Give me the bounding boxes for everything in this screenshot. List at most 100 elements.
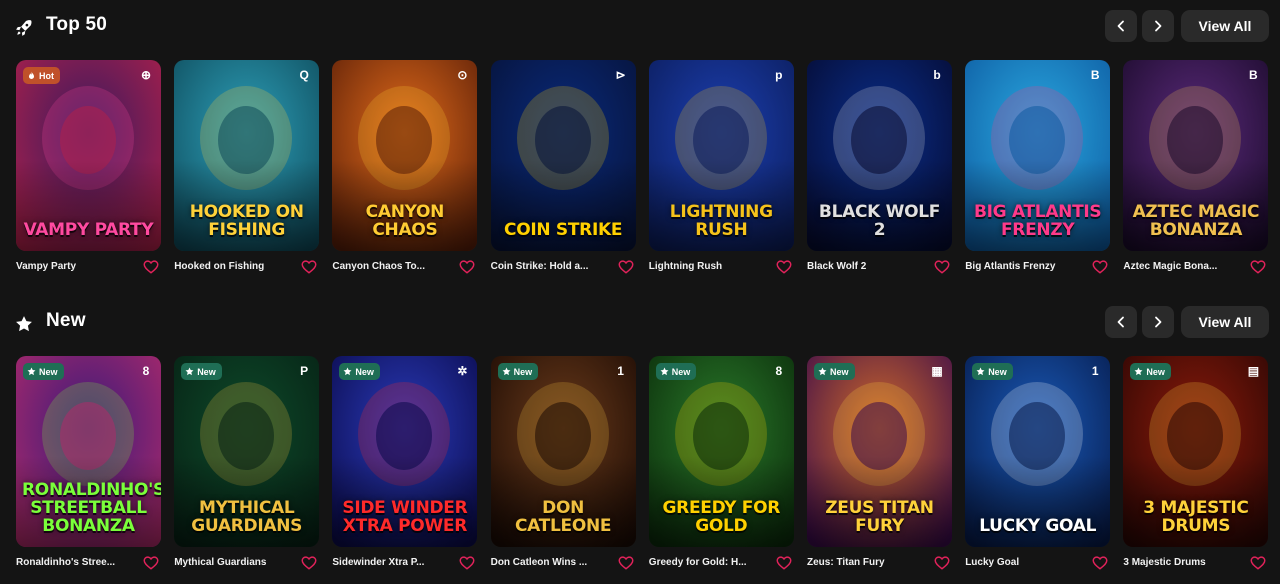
game-thumbnail[interactable]: Ronaldinho's Streetball Bonanza New 8 — [16, 356, 161, 547]
view-all-button[interactable]: View All — [1181, 10, 1269, 42]
game-thumbnail[interactable]: Vampy Party Hot ⊕ — [16, 60, 161, 251]
badge-label: Hot — [39, 70, 54, 81]
heart-icon[interactable] — [776, 260, 792, 274]
provider-logo: b — [933, 68, 941, 82]
game-card[interactable]: Lightning Rush p Lightning Rush — [648, 60, 794, 282]
game-thumbnail[interactable]: Side Winder Xtra Power New ✲ — [332, 356, 478, 547]
provider-logo: ▤ — [1247, 364, 1260, 378]
heart-icon[interactable] — [1250, 260, 1266, 274]
badge-label: New — [671, 366, 691, 377]
new-badge: New — [814, 363, 855, 380]
game-thumbnail[interactable]: Don Catleone New 1 — [490, 356, 636, 547]
badge-label: New — [513, 366, 533, 377]
heart-icon[interactable] — [143, 556, 159, 570]
provider-logo: ⊳ — [615, 68, 626, 82]
hot-badge: Hot — [23, 67, 60, 84]
game-thumbnail[interactable]: Zeus Titan Fury New ▦ — [807, 356, 952, 547]
game-thumbnail[interactable]: 3 Majestic Drums New ▤ — [1123, 356, 1269, 547]
rocket-icon — [16, 20, 32, 36]
game-thumbnail[interactable]: Coin Strike ⊳ — [490, 60, 636, 251]
game-thumbnail[interactable]: Greedy for Gold New 8 — [648, 356, 794, 547]
heart-icon[interactable] — [934, 556, 950, 570]
game-card[interactable]: Big Atlantis Frenzy B Big Atlantis Frenzy — [965, 60, 1111, 282]
prev-button[interactable] — [1105, 10, 1137, 42]
game-card[interactable]: Coin Strike ⊳ Coin Strike: Hold a... — [490, 60, 636, 282]
heart-icon[interactable] — [143, 260, 159, 274]
section-title: New — [46, 310, 86, 331]
game-thumbnail[interactable]: Lucky Goal New 1 — [965, 356, 1111, 547]
game-card[interactable]: Don Catleone New 1 Don Catleon Wins ... — [490, 356, 636, 578]
game-name[interactable]: Big Atlantis Frenzy — [965, 261, 1083, 272]
game-name[interactable]: Black Wolf 2 — [807, 261, 925, 272]
game-card[interactable]: Greedy for Gold New 8 Greedy for Gold: H... — [648, 356, 794, 578]
game-name[interactable]: Lightning Rush — [649, 261, 767, 272]
heart-icon[interactable] — [301, 556, 317, 570]
game-name[interactable]: Coin Strike: Hold a... — [491, 261, 609, 272]
game-name[interactable]: Mythical Guardians — [174, 557, 292, 568]
heart-icon[interactable] — [934, 260, 950, 274]
game-art-title: Hooked on Fishing — [189, 202, 304, 240]
badge-label: New — [197, 366, 216, 377]
heart-icon[interactable] — [1250, 556, 1266, 570]
provider-logo: ✲ — [457, 364, 468, 378]
star-icon — [976, 367, 985, 376]
provider-logo: B — [1249, 68, 1258, 82]
star-icon — [1134, 367, 1143, 376]
provider-logo: Q — [299, 68, 309, 82]
game-thumbnail[interactable]: Mythical Guardians New P — [174, 356, 320, 547]
game-card[interactable]: Aztec Magic Bonanza B Aztec Magic Bona... — [1123, 60, 1269, 282]
game-card[interactable]: Black Wolf 2 b Black Wolf 2 — [807, 60, 952, 282]
game-thumbnail[interactable]: Hooked on Fishing Q — [174, 60, 320, 251]
game-name[interactable]: Don Catleon Wins ... — [491, 557, 609, 568]
game-name[interactable]: Greedy for Gold: H... — [649, 557, 767, 568]
game-card[interactable]: Canyon Chaos ⊙ Canyon Chaos To... — [332, 60, 478, 282]
game-thumbnail[interactable]: Canyon Chaos ⊙ — [332, 60, 478, 251]
game-card[interactable]: Hooked on Fishing Q Hooked on Fishing — [174, 60, 320, 282]
game-thumbnail[interactable]: Big Atlantis Frenzy B — [965, 60, 1111, 251]
section-new: New View All Ronaldinho's Streetball Bon… — [0, 306, 1280, 584]
game-card[interactable]: Side Winder Xtra Power New ✲ Sidewinder Xtr… — [332, 356, 478, 578]
game-name[interactable]: Hooked on Fishing — [174, 261, 292, 272]
provider-logo: 1 — [617, 364, 624, 378]
game-name[interactable]: Canyon Chaos To... — [332, 261, 450, 272]
heart-icon[interactable] — [776, 556, 792, 570]
game-art-title: Lightning Rush — [669, 202, 773, 240]
heart-icon[interactable] — [618, 260, 634, 274]
game-card[interactable]: Zeus Titan Fury New ▦ Zeus: Titan Fury — [807, 356, 952, 578]
chevron-left-icon — [1117, 20, 1124, 32]
new-badge: New — [1130, 363, 1171, 380]
prev-button[interactable] — [1105, 306, 1137, 338]
game-card[interactable]: Lucky Goal New 1 Lucky Goal — [965, 356, 1111, 578]
badge-label: New — [355, 366, 374, 377]
game-name[interactable]: Ronaldinho's Stree... — [16, 557, 134, 568]
game-name[interactable]: Sidewinder Xtra P... — [332, 557, 450, 568]
game-name[interactable]: Vampy Party — [16, 261, 134, 272]
game-art-title: Black Wolf 2 — [818, 202, 941, 240]
star-icon — [502, 367, 511, 376]
game-name[interactable]: Zeus: Titan Fury — [807, 557, 925, 568]
next-button[interactable] — [1142, 306, 1174, 338]
game-art-title: Aztec Magic Bonanza — [1132, 202, 1260, 240]
heart-icon[interactable] — [459, 556, 475, 570]
game-card[interactable]: Ronaldinho's Streetball Bonanza New 8 Ronal… — [16, 356, 161, 578]
heart-icon[interactable] — [618, 556, 634, 570]
game-name[interactable]: 3 Majestic Drums — [1123, 557, 1241, 568]
heart-icon[interactable] — [1092, 556, 1108, 570]
game-name[interactable]: Lucky Goal — [965, 557, 1083, 568]
provider-logo: p — [775, 68, 783, 82]
heart-icon[interactable] — [1092, 260, 1108, 274]
game-name[interactable]: Aztec Magic Bona... — [1123, 261, 1241, 272]
game-card[interactable]: 3 Majestic Drums New ▤ 3 Majestic Drums — [1123, 356, 1269, 578]
game-card[interactable]: Mythical Guardians New P Mythical Guardians — [174, 356, 320, 578]
view-all-button[interactable]: View All — [1181, 306, 1269, 338]
game-thumbnail[interactable]: Lightning Rush p — [648, 60, 794, 251]
next-button[interactable] — [1142, 10, 1174, 42]
game-card[interactable]: Vampy Party Hot ⊕ Vampy Party — [16, 60, 161, 282]
provider-logo: 8 — [775, 364, 783, 378]
game-thumbnail[interactable]: Aztec Magic Bonanza B — [1123, 60, 1269, 251]
heart-icon[interactable] — [301, 260, 317, 274]
game-thumbnail[interactable]: Black Wolf 2 b — [807, 60, 952, 251]
badge-label: New — [39, 366, 58, 377]
heart-icon[interactable] — [459, 260, 475, 274]
game-art-title: Canyon Chaos — [365, 202, 445, 240]
